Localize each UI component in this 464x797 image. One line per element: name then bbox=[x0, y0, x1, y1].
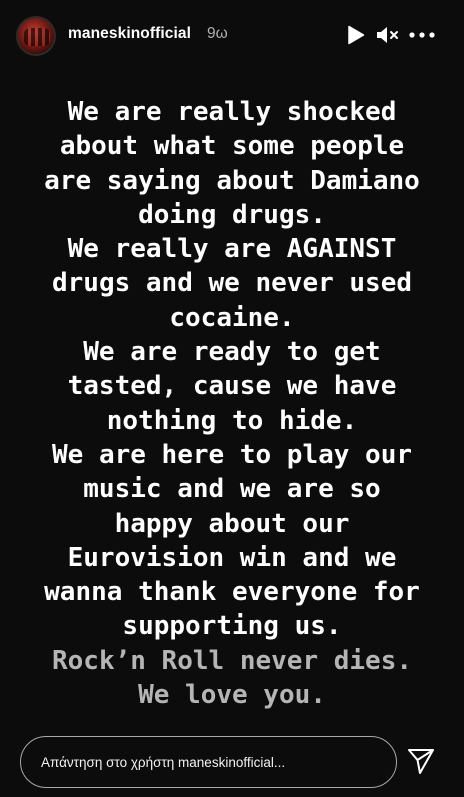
reply-input[interactable]: Απάντηση στο χρήστη maneskinofficial... bbox=[20, 736, 397, 788]
play-button[interactable] bbox=[344, 22, 368, 48]
send-button[interactable] bbox=[404, 744, 438, 778]
story-text-line: wanna thank everyone for bbox=[44, 577, 420, 608]
story-text-line: drugs and we never used bbox=[51, 268, 413, 299]
timestamp: 9ω bbox=[207, 25, 228, 42]
story-text-line: We really are AGAINST bbox=[67, 234, 397, 265]
story-text-line: music and we are so bbox=[83, 474, 381, 505]
story-text-line: nothing to hide. bbox=[106, 405, 358, 436]
reply-placeholder: Απάντηση στο χρήστη maneskinofficial... bbox=[41, 754, 286, 770]
username[interactable]: maneskinofficial bbox=[68, 25, 191, 43]
story-text: We are really shocked about what some peo… bbox=[0, 95, 464, 712]
story-text-line: We are here to play our bbox=[51, 439, 413, 470]
play-icon bbox=[348, 25, 365, 45]
story-text-line: Rock’n Roll never dies. bbox=[51, 645, 413, 676]
story-text-line: tasted, cause we have bbox=[67, 371, 397, 402]
story-text-line: supporting us. bbox=[122, 611, 342, 642]
more-options-button[interactable] bbox=[408, 22, 436, 48]
story-text-line: Eurovision win and we bbox=[67, 542, 397, 573]
story-text-line: We are really shocked bbox=[67, 97, 397, 127]
avatar[interactable] bbox=[16, 16, 56, 56]
story-text-line: about what some people bbox=[59, 131, 405, 162]
story-viewer: maneskinofficial 9ω We are really shocke… bbox=[0, 0, 464, 797]
mute-button[interactable] bbox=[374, 22, 402, 48]
story-text-line: We love you. bbox=[138, 680, 326, 711]
mute-icon bbox=[377, 27, 398, 43]
more-icon bbox=[409, 32, 435, 38]
story-text-line: happy about our bbox=[114, 508, 350, 539]
story-text-line: are saying about Damiano bbox=[44, 165, 420, 196]
story-text-line: We are ready to get bbox=[83, 337, 381, 368]
send-icon bbox=[408, 749, 434, 774]
story-header: maneskinofficial 9ω bbox=[0, 0, 464, 70]
story-text-line: doing drugs. bbox=[138, 199, 326, 230]
story-text-line: cocaine. bbox=[169, 302, 295, 333]
